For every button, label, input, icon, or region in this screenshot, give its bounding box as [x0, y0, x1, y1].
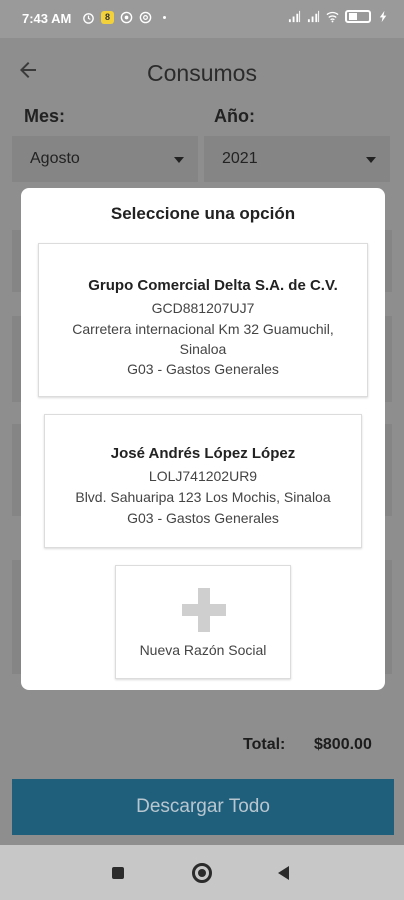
option-address: Carretera internacional Km 32 Guamuchil,… [72, 321, 334, 357]
option-rfc: LOLJ741202UR9 [148, 468, 258, 484]
sync-icon [120, 11, 133, 24]
dialog-title: Seleccione una opción [110, 204, 296, 223]
month-label: Mes: [24, 106, 66, 126]
total-value: $800.00 [314, 736, 372, 753]
battery-icon [345, 10, 371, 23]
dot-icon [163, 16, 166, 19]
notification-badge-icon: 8 [101, 11, 114, 24]
plus-icon [182, 588, 226, 632]
status-bar: 7:43 AM 8 [0, 0, 404, 38]
option-card-1[interactable]: Grupo Comercial Delta S.A. de C.V. GCD88… [38, 243, 368, 397]
option-regime: G03 - Gastos Generales [127, 361, 279, 377]
option-address: Blvd. Sahuaripa 123 Los Mochis, Sinaloa [75, 489, 331, 505]
year-select[interactable]: 2021 [204, 136, 390, 182]
signal-2-icon [307, 10, 320, 23]
option-regime: G03 - Gastos Generales [127, 510, 279, 526]
page-title: Consumos [147, 60, 257, 86]
app-header: Consumos [0, 38, 404, 108]
option-rfc: GCD881207UJ7 [151, 300, 255, 316]
select-option-dialog: Seleccione una opción Grupo Comercial De… [21, 188, 385, 690]
home-icon[interactable] [192, 863, 212, 883]
status-time: 7:43 AM [22, 11, 72, 26]
recents-icon[interactable] [112, 867, 124, 879]
total-label: Total: [243, 736, 286, 753]
chevron-down-icon [174, 157, 184, 163]
signal-icon [288, 10, 301, 23]
wifi-icon [326, 11, 339, 23]
year-select-value: 2021 [222, 150, 258, 167]
back-triangle-icon[interactable] [278, 866, 289, 880]
charging-icon [379, 10, 387, 23]
at-icon [139, 11, 152, 24]
year-label: Año: [214, 106, 255, 126]
month-select[interactable]: Agosto [12, 136, 198, 182]
option-name: José Andrés López López [110, 445, 296, 462]
option-card-2[interactable]: José Andrés López López LOLJ741202UR9 Bl… [44, 414, 362, 548]
alarm-icon [83, 13, 94, 24]
chevron-down-icon [366, 157, 376, 163]
option-name: Grupo Comercial Delta S.A. de C.V. [88, 277, 338, 294]
download-all-button[interactable]: Descargar Todo [12, 779, 394, 835]
new-business-name-label: Nueva Razón Social [139, 642, 267, 658]
system-nav-bar [0, 845, 404, 900]
month-select-value: Agosto [30, 150, 80, 167]
new-business-name-button[interactable]: Nueva Razón Social [115, 565, 291, 679]
